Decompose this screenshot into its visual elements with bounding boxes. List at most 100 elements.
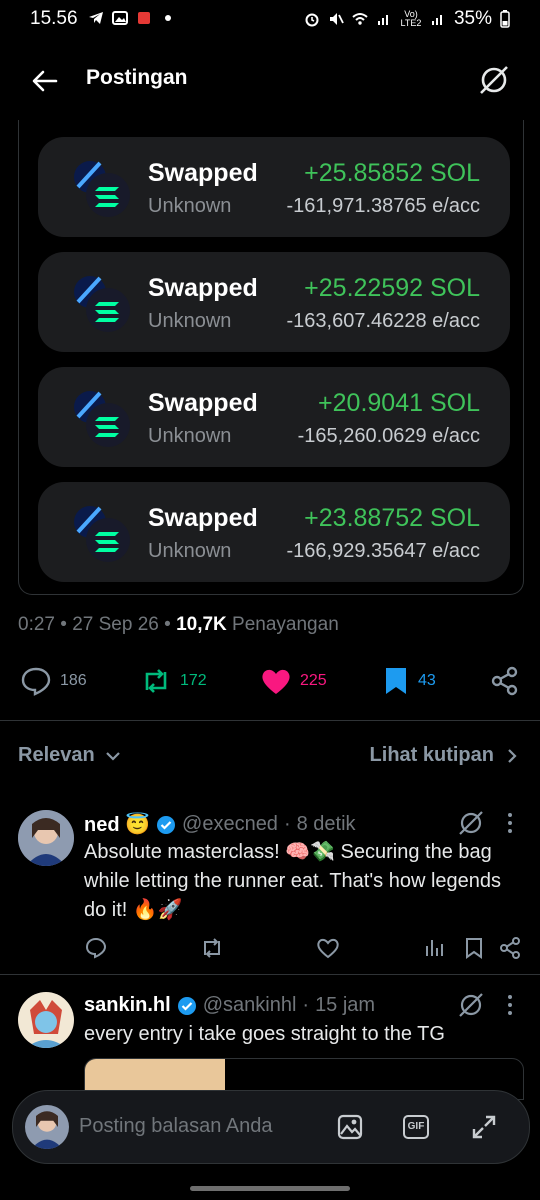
grok-icon[interactable] — [458, 810, 484, 836]
reply-text: every entry i take goes straight to the … — [84, 1023, 445, 1045]
avatar[interactable] — [18, 810, 74, 866]
reply-input-placeholder[interactable]: Posting balasan Anda — [79, 1115, 273, 1138]
swap-rate: -166,929.35647 e/acc — [286, 540, 481, 562]
like-button[interactable]: 225 — [260, 666, 327, 696]
sort-dropdown[interactable]: Relevan — [18, 744, 121, 767]
share-icon[interactable] — [498, 936, 522, 960]
avatar-image — [18, 810, 74, 866]
alarm-icon — [305, 13, 319, 27]
image-icon[interactable] — [337, 1114, 363, 1140]
reply-author-name[interactable]: ned 😇 — [84, 812, 150, 837]
swap-row: Swapped Unknown +23.88752 SOL -166,929.3… — [38, 482, 510, 582]
separator-dot: · — [283, 813, 291, 835]
bookmark-icon[interactable] — [462, 936, 486, 960]
dot-icon — [165, 15, 171, 21]
views-icon[interactable] — [422, 936, 446, 960]
swap-amount: +25.85852 SOL — [304, 159, 480, 187]
swap-row: Swapped Unknown +25.22592 SOL -163,607.4… — [38, 252, 510, 352]
swap-label: Swapped — [148, 159, 258, 187]
battery-icon — [500, 10, 510, 28]
reply-icon[interactable] — [84, 936, 108, 960]
gallery-icon — [112, 11, 128, 25]
status-time: 15.56 — [30, 8, 78, 29]
swap-row: Swapped Unknown +20.9041 SOL -165,260.06… — [38, 367, 510, 467]
gesture-bar — [190, 1186, 350, 1191]
more-options-icon[interactable] — [506, 812, 514, 834]
network-label: Vo) LTE2 — [400, 9, 422, 28]
grok-icon[interactable] — [458, 992, 484, 1018]
verified-badge-icon — [157, 815, 176, 834]
repost-count: 172 — [180, 672, 207, 689]
bookmark-count: 43 — [418, 672, 436, 689]
repost-icon[interactable] — [200, 936, 224, 960]
bookmark-button[interactable]: 43 — [382, 666, 436, 696]
more-options-icon[interactable] — [506, 994, 514, 1016]
reply-header: ned 😇 @execned · 8 detik — [84, 812, 356, 837]
mute-icon — [329, 13, 344, 25]
reply-composer[interactable]: Posting balasan Anda GIF — [12, 1090, 530, 1164]
expand-icon[interactable] — [471, 1114, 497, 1140]
reply-handle[interactable]: @sankinhl — [203, 994, 297, 1017]
repost-icon — [145, 669, 167, 693]
sort-label: Relevan — [18, 744, 95, 766]
reply-button[interactable]: 186 — [20, 666, 87, 696]
composer-avatar — [25, 1105, 69, 1149]
post-date: 27 Sep 26 — [72, 614, 159, 635]
heart-icon — [262, 669, 290, 694]
top-app-bar: Postingan — [0, 50, 540, 110]
swap-sub: Unknown — [148, 425, 232, 447]
reply-actions — [84, 936, 524, 960]
swap-label: Swapped — [148, 389, 258, 417]
swap-rate: -163,607.46228 e/acc — [286, 310, 481, 332]
swap-row: Swapped Unknown +25.85852 SOL -161,971.3… — [38, 137, 510, 237]
grok-icon[interactable] — [478, 64, 510, 96]
swap-amount: +20.9041 SOL — [318, 389, 480, 417]
avatar-image — [25, 1105, 69, 1149]
swap-rate: -161,971.38765 e/acc — [286, 195, 481, 217]
battery-percent: 35% — [453, 8, 492, 29]
gif-button[interactable]: GIF — [403, 1115, 429, 1139]
avatar-image — [18, 992, 74, 1048]
system-icons: Vo) LTE2 35% — [304, 8, 510, 30]
swap-label: Swapped — [148, 274, 258, 302]
divider — [0, 974, 540, 975]
swap-amount: +25.22592 SOL — [304, 274, 480, 302]
chevron-right-icon — [508, 748, 517, 763]
reply-text: Absolute masterclass! 🧠💸 Securing the ba… — [84, 841, 502, 921]
views-label: Penayangan — [232, 614, 339, 635]
token-swap-icon — [74, 391, 130, 447]
swap-amount: +23.88752 SOL — [304, 504, 480, 532]
reply-handle[interactable]: @execned — [182, 813, 278, 836]
chevron-down-icon — [105, 751, 120, 761]
status-bar: 15.56 Vo) LTE2 35% — [0, 0, 540, 40]
avatar[interactable] — [18, 992, 74, 1048]
token-swap-icon — [74, 161, 130, 217]
page-title: Postingan — [86, 66, 188, 89]
token-swap-icon — [74, 276, 130, 332]
swap-sub: Unknown — [148, 540, 232, 562]
quotes-label: Lihat kutipan — [369, 744, 494, 766]
view-count: 10,7K — [176, 614, 227, 635]
notification-icons — [88, 10, 176, 26]
view-quotes-link[interactable]: Lihat kutipan — [370, 744, 518, 767]
reply-time: 15 jam — [315, 994, 376, 1016]
token-swap-icon — [74, 506, 130, 562]
like-count: 225 — [300, 672, 327, 689]
repost-button[interactable]: 172 — [140, 666, 207, 696]
share-icon[interactable] — [490, 666, 520, 696]
post-time: 0:27 — [18, 614, 55, 635]
bookmark-icon — [386, 668, 406, 694]
signal-icon-2 — [431, 15, 442, 25]
reply-count: 186 — [60, 672, 87, 689]
reply-icon — [21, 667, 51, 696]
swap-label: Swapped — [148, 504, 258, 532]
telegram-icon — [89, 12, 103, 24]
back-arrow-icon[interactable] — [30, 66, 60, 96]
heart-icon[interactable] — [316, 936, 340, 960]
signal-icon — [377, 15, 388, 25]
swap-sub: Unknown — [148, 195, 232, 217]
verified-badge-icon — [177, 996, 196, 1015]
swap-rate: -165,260.0629 e/acc — [297, 425, 480, 447]
reply-author-name[interactable]: sankin.hl — [84, 994, 171, 1017]
shop-app-icon — [138, 12, 150, 24]
